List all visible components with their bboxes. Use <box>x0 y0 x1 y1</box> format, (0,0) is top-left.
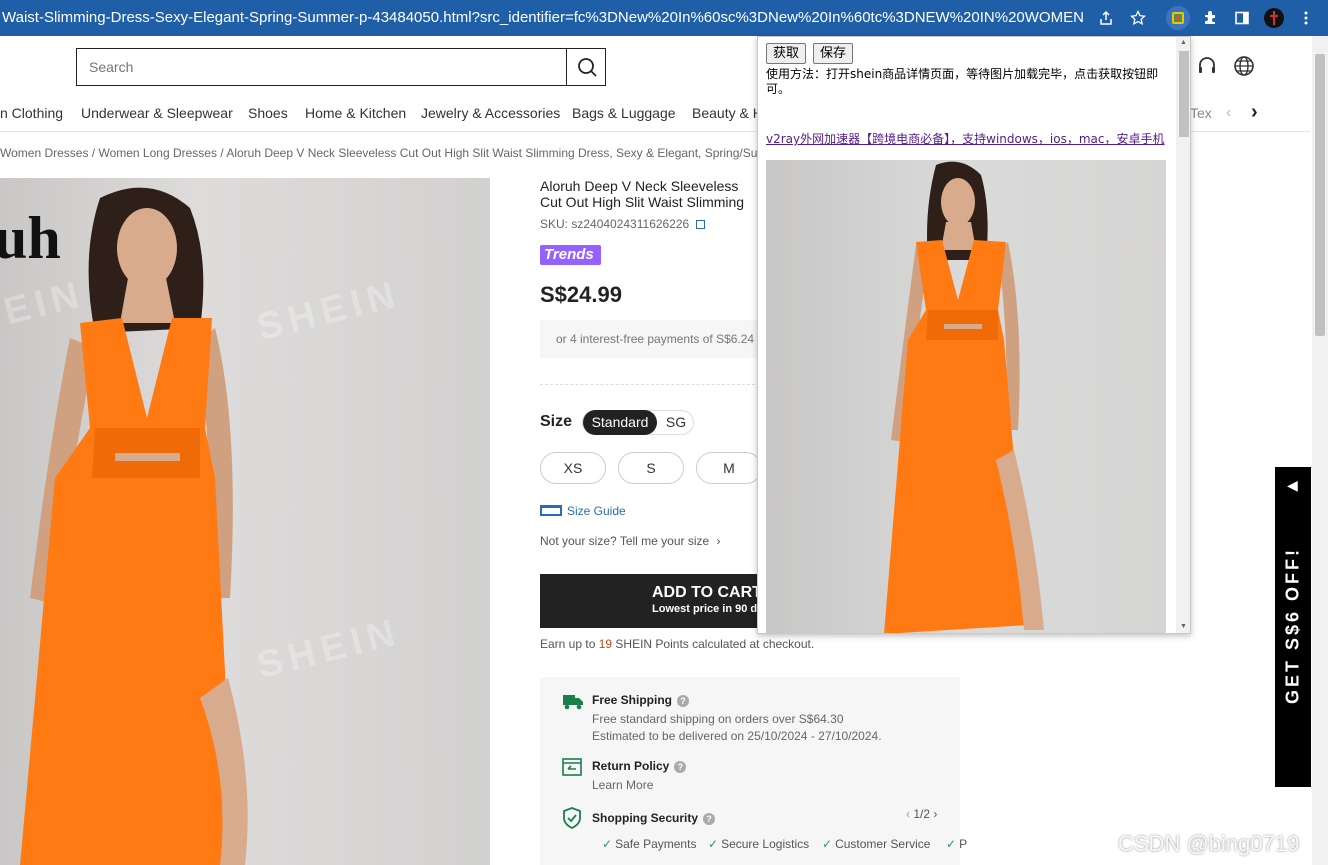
page-scrollbar-thumb[interactable] <box>1315 54 1325 336</box>
nav-item-shoes[interactable]: Shoes <box>248 105 288 121</box>
return-policy-title: Return Policy? <box>592 759 687 773</box>
nav-next-chevron-icon[interactable]: › <box>1251 101 1258 124</box>
save-button[interactable]: 保存 <box>813 43 854 64</box>
return-learn-more-link[interactable]: Learn More <box>592 778 653 792</box>
customer-service-headset-icon[interactable] <box>1196 55 1218 77</box>
check-icon: ✓ <box>602 837 613 851</box>
product-sku: SKU: sz2404024311626226 <box>540 217 705 231</box>
free-shipping-threshold: Free standard shipping on orders over S$… <box>592 712 844 726</box>
search-box <box>76 48 606 86</box>
size-system-standard[interactable]: Standard <box>583 410 657 435</box>
help-icon[interactable]: ? <box>703 813 716 825</box>
nav-item-bags[interactable]: Bags & Luggage <box>572 105 676 121</box>
search-button[interactable] <box>566 49 605 85</box>
product-main-image[interactable]: uh SHEIN SHEIN SHEIN <box>0 178 490 865</box>
chevron-right-icon: › <box>716 534 721 548</box>
popup-instructions: 使用方法：打开shein商品详情页面，等待图片加载完毕，点击获取按钮即可。 <box>766 67 1159 96</box>
add-to-cart-label: ADD TO CART <box>652 584 760 601</box>
nav-prev-chevron-icon[interactable]: ‹ <box>1226 104 1231 122</box>
extension-popup: 获取 保存 使用方法：打开shein商品详情页面，等待图片加载完毕，点击获取按钮… <box>757 36 1191 634</box>
nav-item-beauty[interactable]: Beauty & H <box>692 105 763 121</box>
popup-scrollbar[interactable]: ▲ ▼ <box>1176 37 1190 633</box>
shield-check-icon <box>562 807 582 834</box>
security-item-partial: ✓ P <box>946 837 968 851</box>
nav-item-home-kitchen[interactable]: Home & Kitchen <box>305 105 406 121</box>
size-guide-link[interactable]: Size Guide <box>540 504 626 518</box>
scroll-up-arrow-icon[interactable]: ▲ <box>1180 39 1187 46</box>
points-suffix: SHEIN Points calculated at checkout. <box>615 637 815 651</box>
chevron-right-icon[interactable]: › <box>930 807 937 821</box>
points-value: 19 <box>598 637 613 651</box>
delivery-estimate: Estimated to be delivered on 25/10/2024 … <box>592 729 882 743</box>
popup-ad-link[interactable]: v2ray外网加速器【跨境电商必备】，支持windows，ios，mac，安卓手… <box>766 130 1164 147</box>
csdn-watermark: CSDN @bing0719 <box>1118 831 1300 856</box>
size-guide-label: Size Guide <box>567 504 626 518</box>
nav-item-underwear[interactable]: Underwear & Sleepwear <box>81 105 233 121</box>
not-your-size-link[interactable]: Not your size? Tell me your size › <box>540 534 721 548</box>
browser-toolbar: Waist-Slimming-Dress-Sexy-Elegant-Spring… <box>0 0 1328 36</box>
share-icon[interactable] <box>1094 6 1118 30</box>
security-item-safe-payments: ✓ Safe Payments <box>602 837 697 851</box>
security-item-secure-logistics: ✓ Secure Logistics <box>708 837 810 851</box>
delivery-truck-icon <box>562 692 584 715</box>
size-system-sg[interactable]: SG <box>657 411 695 434</box>
fetch-button[interactable]: 获取 <box>766 43 807 64</box>
shopping-security-title: Shopping Security? <box>592 811 716 825</box>
product-title: Aloruh Deep V Neck Sleeveless Cut Out Hi… <box>540 178 745 212</box>
extensions-puzzle-icon[interactable] <box>1198 6 1222 30</box>
size-label: Size <box>540 413 573 430</box>
ruler-icon <box>540 505 562 516</box>
size-option-xs[interactable]: XS <box>540 452 606 484</box>
security-item-customer-service: ✓ Customer Service <box>822 837 931 851</box>
scroll-down-arrow-icon[interactable]: ▼ <box>1180 623 1187 630</box>
address-bar[interactable]: Waist-Slimming-Dress-Sexy-Elegant-Spring… <box>0 0 1085 36</box>
lowest-price-label: Lowest price in 90 days <box>652 603 760 615</box>
check-icon: ✓ <box>822 837 833 851</box>
search-input[interactable] <box>77 49 566 85</box>
model-in-orange-dress-illustration <box>20 187 248 865</box>
profile-avatar-icon[interactable] <box>1262 6 1286 30</box>
help-icon[interactable]: ? <box>674 761 687 773</box>
trends-badge: Trends <box>540 245 601 265</box>
breadcrumb[interactable]: Women Dresses / Women Long Dresses / Alo… <box>0 146 760 160</box>
security-pager[interactable]: ‹ 1/2 › <box>906 807 937 821</box>
sku-text: SKU: sz2404024311626226 <box>540 217 690 231</box>
model-in-orange-dress-illustration <box>884 161 1044 633</box>
copy-icon[interactable] <box>695 220 705 229</box>
browser-menu-icon[interactable] <box>1294 6 1318 30</box>
nav-item-clothing[interactable]: n Clothing <box>0 105 63 121</box>
size-option-m[interactable]: M <box>696 452 762 484</box>
add-to-cart-button[interactable]: ADD TO CART Lowest price in 90 days <box>540 574 760 628</box>
product-price: S$24.99 <box>540 282 622 307</box>
free-shipping-title: Free Shipping? <box>592 693 690 707</box>
bookmark-star-icon[interactable] <box>1126 6 1150 30</box>
shein-image-extension-icon[interactable] <box>1166 6 1190 30</box>
points-prefix: Earn up to <box>540 637 596 651</box>
size-system-toggle: Standard SG <box>582 410 694 435</box>
check-icon: ✓ <box>946 837 957 851</box>
fetched-product-image[interactable] <box>766 160 1166 633</box>
size-option-s[interactable]: S <box>618 452 684 484</box>
page-scrollbar[interactable] <box>1312 36 1328 865</box>
promo-text: GET S$6 OFF! <box>1282 546 1303 705</box>
installments-info: or 4 interest-free payments of S$6.24 <box>540 320 760 358</box>
divider <box>540 384 760 385</box>
nav-item-partial[interactable]: Tex <box>1190 105 1212 121</box>
return-box-icon <box>562 758 582 781</box>
check-icon: ✓ <box>708 837 719 851</box>
language-globe-icon[interactable] <box>1233 55 1255 77</box>
shipping-info-panel: Free Shipping? Free standard shipping on… <box>540 677 967 865</box>
popup-scrollbar-thumb[interactable] <box>1179 51 1189 137</box>
promo-side-tab[interactable]: ◀ GET S$6 OFF! <box>1275 467 1311 787</box>
not-your-size-label: Not your size? Tell me your size <box>540 534 710 548</box>
help-icon[interactable]: ? <box>677 695 690 707</box>
security-pager-text: 1/2 <box>913 807 931 821</box>
side-panel-icon[interactable] <box>1230 6 1254 30</box>
shein-points-info: Earn up to 19 SHEIN Points calculated at… <box>540 637 814 651</box>
nav-item-jewelry[interactable]: Jewelry & Accessories <box>421 105 560 121</box>
